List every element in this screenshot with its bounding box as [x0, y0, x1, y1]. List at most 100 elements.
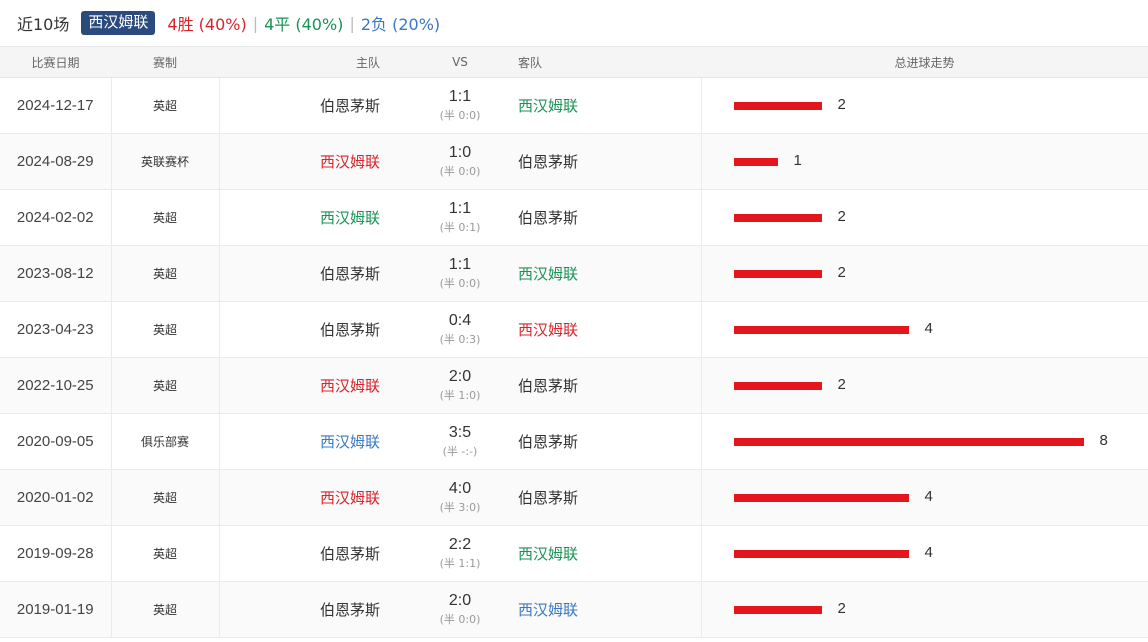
- score-cell[interactable]: 2:0 (半 1:0): [420, 357, 500, 414]
- home-team[interactable]: 伯恩茅斯: [219, 525, 420, 582]
- match-date: 2019-01-19: [0, 581, 112, 638]
- competition[interactable]: 英超: [111, 525, 220, 582]
- score-cell[interactable]: 0:4 (半 0:3): [420, 301, 500, 358]
- away-team[interactable]: 伯恩茅斯: [500, 413, 702, 470]
- summary-header: 近10场 西汉姆联 4胜 (40%) | 4平 (40%) | 2负 (20%): [0, 0, 1148, 46]
- home-team[interactable]: 西汉姆联: [219, 189, 420, 246]
- full-time-score: 1:1: [448, 199, 472, 217]
- goals-trend: 2: [701, 357, 1148, 414]
- recent-matches-label: 近10场: [17, 15, 70, 34]
- away-team[interactable]: 伯恩茅斯: [500, 469, 702, 526]
- goals-bar: [733, 381, 822, 390]
- home-team[interactable]: 伯恩茅斯: [219, 581, 420, 638]
- match-date: 2023-04-23: [0, 301, 112, 358]
- competition[interactable]: 英超: [111, 189, 220, 246]
- away-team[interactable]: 西汉姆联: [500, 581, 702, 638]
- score-cell[interactable]: 1:0 (半 0:0): [420, 133, 500, 190]
- table-row: 2020-09-05 俱乐部赛 西汉姆联 3:5 (半 -:-) 伯恩茅斯 8: [0, 413, 1148, 470]
- losses-stat: 2负 (20%): [360, 15, 441, 34]
- half-time-score: (半 -:-): [442, 444, 478, 458]
- half-time-score: (半 0:0): [439, 108, 481, 122]
- full-time-score: 1:0: [448, 143, 472, 161]
- goals-bar: [733, 213, 822, 222]
- goals-bar: [733, 269, 822, 278]
- goals-bar: [733, 157, 778, 166]
- match-history-table: 比赛日期 赛制 主队 VS 客队 总进球走势 2024-12-17 英超 伯恩茅斯 1…: [0, 46, 1148, 638]
- separator: |: [252, 13, 259, 33]
- match-date: 2023-08-12: [0, 245, 112, 302]
- match-date: 2020-09-05: [0, 413, 112, 470]
- col-trend: 总进球走势: [701, 46, 1148, 78]
- table-row: 2023-04-23 英超 伯恩茅斯 0:4 (半 0:3) 西汉姆联 4: [0, 301, 1148, 358]
- score-cell[interactable]: 1:1 (半 0:0): [420, 77, 500, 134]
- score-cell[interactable]: 3:5 (半 -:-): [420, 413, 500, 470]
- goals-value: 1: [793, 151, 802, 169]
- table-row: 2024-08-29 英联赛杯 西汉姆联 1:0 (半 0:0) 伯恩茅斯 1: [0, 133, 1148, 190]
- home-team[interactable]: 伯恩茅斯: [219, 245, 420, 302]
- away-team[interactable]: 西汉姆联: [500, 301, 702, 358]
- goals-trend: 1: [701, 133, 1148, 190]
- half-time-score: (半 1:1): [439, 556, 481, 570]
- match-date: 2022-10-25: [0, 357, 112, 414]
- col-home: 主队: [219, 46, 420, 78]
- score-cell[interactable]: 2:0 (半 0:0): [420, 581, 500, 638]
- goals-value: 2: [837, 95, 846, 113]
- col-date: 比赛日期: [0, 46, 111, 78]
- score-cell[interactable]: 4:0 (半 3:0): [420, 469, 500, 526]
- competition[interactable]: 英联赛杯: [111, 133, 220, 190]
- half-time-score: (半 0:3): [439, 332, 481, 346]
- full-time-score: 2:0: [448, 367, 472, 385]
- home-team[interactable]: 西汉姆联: [219, 357, 420, 414]
- goals-value: 2: [837, 375, 846, 393]
- col-away: 客队: [500, 46, 701, 78]
- half-time-score: (半 0:0): [439, 276, 481, 290]
- half-time-score: (半 0:0): [439, 164, 481, 178]
- match-date: 2024-12-17: [0, 77, 112, 134]
- competition[interactable]: 英超: [111, 581, 220, 638]
- competition[interactable]: 英超: [111, 77, 220, 134]
- table-body: 2024-12-17 英超 伯恩茅斯 1:1 (半 0:0) 西汉姆联 2 2024-08-2…: [0, 77, 1148, 638]
- goals-trend: 4: [701, 469, 1148, 526]
- away-team[interactable]: 伯恩茅斯: [500, 133, 702, 190]
- half-time-score: (半 0:1): [439, 220, 481, 234]
- home-team[interactable]: 西汉姆联: [219, 133, 420, 190]
- score-cell[interactable]: 1:1 (半 0:0): [420, 245, 500, 302]
- away-team[interactable]: 西汉姆联: [500, 525, 702, 582]
- match-date: 2019-09-28: [0, 525, 112, 582]
- goals-trend: 8: [701, 413, 1148, 470]
- full-time-score: 1:1: [448, 255, 472, 273]
- full-time-score: 2:0: [448, 591, 472, 609]
- goals-trend: 2: [701, 77, 1148, 134]
- score-cell[interactable]: 2:2 (半 1:1): [420, 525, 500, 582]
- home-team[interactable]: 伯恩茅斯: [219, 77, 420, 134]
- away-team[interactable]: 伯恩茅斯: [500, 189, 702, 246]
- draws-stat: 4平 (40%): [264, 15, 344, 34]
- separator: |: [349, 13, 355, 33]
- goals-value: 4: [924, 487, 933, 505]
- team-badge[interactable]: 西汉姆联: [81, 11, 156, 35]
- col-vs: VS: [420, 46, 500, 78]
- competition[interactable]: 英超: [111, 469, 220, 526]
- full-time-score: 3:5: [448, 423, 472, 441]
- competition[interactable]: 英超: [111, 245, 220, 302]
- goals-value: 8: [1099, 431, 1108, 449]
- competition[interactable]: 英超: [111, 357, 220, 414]
- half-time-score: (半 3:0): [439, 500, 481, 514]
- competition[interactable]: 俱乐部赛: [111, 413, 220, 470]
- home-team[interactable]: 西汉姆联: [219, 469, 420, 526]
- home-team[interactable]: 西汉姆联: [219, 413, 420, 470]
- table-row: 2022-10-25 英超 西汉姆联 2:0 (半 1:0) 伯恩茅斯 2: [0, 357, 1148, 414]
- match-date: 2024-08-29: [0, 133, 112, 190]
- away-team[interactable]: 伯恩茅斯: [500, 357, 702, 414]
- full-time-score: 0:4: [448, 311, 472, 329]
- away-team[interactable]: 西汉姆联: [500, 245, 702, 302]
- goals-bar: [733, 325, 909, 334]
- score-cell[interactable]: 1:1 (半 0:1): [420, 189, 500, 246]
- table-row: 2023-08-12 英超 伯恩茅斯 1:1 (半 0:0) 西汉姆联 2: [0, 245, 1148, 302]
- competition[interactable]: 英超: [111, 301, 220, 358]
- goals-value: 4: [924, 319, 933, 337]
- goals-value: 4: [924, 543, 933, 561]
- home-team[interactable]: 伯恩茅斯: [219, 301, 420, 358]
- away-team[interactable]: 西汉姆联: [500, 77, 702, 134]
- goals-value: 2: [837, 599, 846, 617]
